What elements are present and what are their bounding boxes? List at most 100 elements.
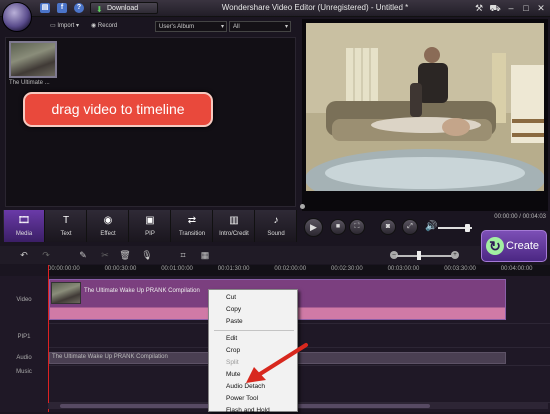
tab-text[interactable]: T Text	[46, 210, 87, 242]
preview-video	[306, 23, 544, 204]
album-select[interactable]: User's Album ▾	[155, 21, 227, 32]
menu-item-split[interactable]: Split	[226, 359, 239, 366]
track-label-music: Music	[16, 369, 32, 375]
tab-intro-credit[interactable]: ▥ Intro/Credit	[214, 210, 255, 242]
menu-item-edit[interactable]: Edit	[226, 335, 237, 342]
folder-icon: ▭	[50, 23, 56, 29]
media-icon: 🎞	[17, 215, 31, 226]
time-readout: 00:00:00 / 00:04:03	[494, 214, 546, 220]
edit-icon[interactable]: ✎	[77, 249, 89, 261]
video-clip-label: The Ultimate Wake Up PRANK Compilation	[84, 288, 200, 294]
ruler-tick-label: 00:00:30:00	[104, 266, 137, 272]
audio-clip-label: The Ultimate Wake Up PRANK Compilation	[52, 354, 168, 360]
menu-item-flash-and-hold[interactable]: Flash and Hold	[226, 407, 270, 414]
expand-icon[interactable]: ⤢	[402, 219, 418, 235]
ruler-tick-label: 00:03:00:00	[387, 266, 420, 272]
tab-label: Transition	[178, 231, 206, 237]
close-icon[interactable]: ✕	[535, 2, 547, 14]
album-select-value: User's Album	[159, 24, 195, 30]
ruler-tick-label: 00:01:00:00	[161, 266, 193, 272]
download-button[interactable]: ⬇ Download	[90, 2, 158, 14]
zoom-in-icon[interactable]: +	[451, 251, 459, 259]
menu-item-crop[interactable]: Crop	[226, 347, 240, 354]
facebook-icon[interactable]: f	[57, 3, 67, 13]
scene-detect-icon[interactable]: ▦	[199, 249, 211, 261]
media-clip-thumbnail[interactable]	[9, 41, 57, 78]
ruler-tick-label: 00:01:30:00	[217, 266, 250, 272]
menu-item-cut[interactable]: Cut	[226, 294, 236, 301]
volume-icon[interactable]: 🔊	[425, 221, 437, 232]
volume-slider-handle[interactable]	[464, 224, 470, 232]
create-icon: ↻	[486, 237, 504, 255]
tab-label: Media	[15, 231, 33, 237]
cart-icon[interactable]: ⛟	[489, 2, 501, 14]
menu-item-mute[interactable]: Mute	[226, 371, 240, 378]
app-logo[interactable]	[2, 2, 32, 32]
import-button[interactable]: ▭ Import ▾	[50, 22, 79, 29]
tab-transition[interactable]: ⇄ Transition	[172, 210, 213, 242]
video-frame-image	[306, 23, 544, 204]
download-arrow-icon: ⬇	[96, 5, 103, 14]
chevron-down-icon: ▾	[220, 24, 224, 30]
intro-credit-icon: ▥	[229, 215, 239, 226]
delete-icon[interactable]: 🗑	[119, 249, 131, 261]
menu-item-power-tool[interactable]: Power Tool	[226, 395, 258, 402]
tab-media[interactable]: 🎞 Media	[4, 210, 45, 242]
microphone-icon[interactable]: 🎙	[141, 249, 153, 261]
chevron-down-icon: ▾	[76, 23, 80, 29]
playhead[interactable]	[48, 265, 49, 412]
menu-item-copy[interactable]: Copy	[226, 306, 241, 313]
ruler-tick-label: 00:02:00:00	[274, 266, 307, 272]
text-icon: T	[62, 215, 70, 226]
transition-icon: ⇄	[187, 215, 197, 226]
chevron-down-icon: ▾	[284, 24, 288, 30]
zoom-slider-handle[interactable]	[417, 251, 422, 260]
sound-icon: ♪	[273, 215, 279, 226]
tab-sound[interactable]: ♪ Sound	[256, 210, 297, 242]
cut-icon[interactable]: ✂	[99, 249, 111, 261]
tab-label: PIP	[145, 231, 155, 237]
media-clip-label: The Ultimate ...	[9, 80, 50, 86]
minimize-icon[interactable]: –	[505, 2, 517, 14]
redo-icon[interactable]: ↷	[40, 249, 52, 261]
tools-icon[interactable]: ⚒	[473, 2, 485, 14]
ruler-tick-label: 00:03:30:00	[444, 266, 476, 272]
download-label: Download	[107, 5, 139, 12]
filter-select[interactable]: All ▾	[229, 21, 291, 32]
maximize-icon[interactable]: □	[520, 2, 532, 14]
window-title: Wondershare Video Editor (Unregistered) …	[221, 3, 409, 12]
create-button[interactable]: ↻ Create	[481, 230, 547, 262]
tab-label: Text	[60, 231, 72, 237]
record-icon: ◉	[91, 23, 97, 29]
create-label: Create	[506, 240, 540, 252]
tab-effect[interactable]: ◉ Effect	[88, 210, 129, 242]
fullscreen-toggle-icon[interactable]: ⛶	[349, 219, 365, 235]
zoom-slider[interactable]	[396, 255, 454, 257]
calendar-icon[interactable]: ▤	[40, 3, 50, 13]
tab-label: Sound	[267, 231, 285, 237]
tab-label: Effect	[100, 231, 116, 237]
tab-pip[interactable]: ▣ PIP	[130, 210, 171, 242]
tab-label: Intro/Credit	[219, 231, 249, 237]
filter-select-value: All	[233, 24, 240, 30]
track-label-pip: PIP1	[17, 334, 31, 340]
menu-item-paste[interactable]: Paste	[226, 318, 243, 325]
play-button[interactable]: ▶	[304, 218, 323, 237]
menu-separator	[214, 330, 294, 331]
annotation-arrow	[246, 343, 308, 383]
seek-bar-handle[interactable]	[300, 204, 305, 209]
drag-callout: drag video to timeline	[23, 92, 213, 127]
record-button[interactable]: ◉ Record	[91, 22, 117, 29]
snapshot-icon[interactable]: ◙	[380, 219, 396, 235]
crop-icon[interactable]: ⌗	[177, 249, 189, 261]
undo-icon[interactable]: ↶	[18, 249, 30, 261]
help-icon[interactable]: ?	[74, 3, 84, 13]
effect-icon: ◉	[103, 215, 113, 226]
ruler-tick-label: 00:04:00:00	[500, 266, 533, 272]
video-clip-thumbnail	[51, 282, 81, 304]
track-label-video: Video	[16, 297, 32, 303]
import-label: Import	[57, 23, 75, 29]
stop-button[interactable]: ■	[330, 219, 346, 235]
track-label-audio: Audio	[16, 355, 32, 361]
ruler-tick-label: 00:00:00:00	[48, 266, 80, 272]
